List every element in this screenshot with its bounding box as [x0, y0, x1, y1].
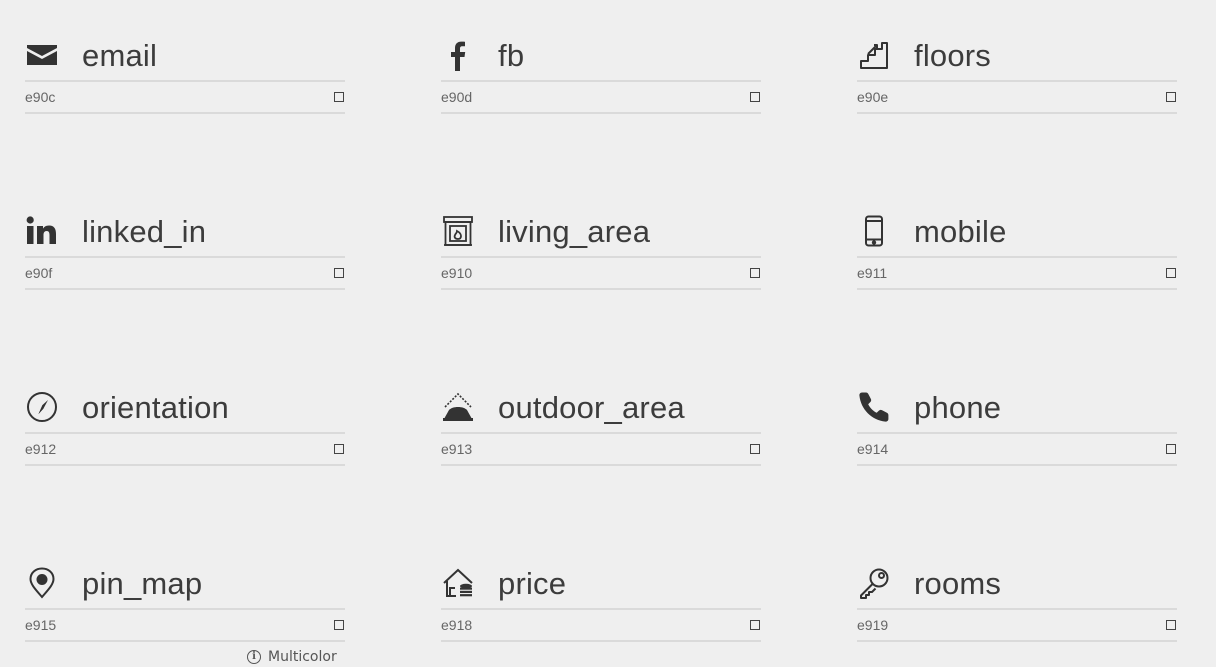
icon-meta: e910 [441, 258, 761, 290]
icon-meta: e912 [25, 434, 345, 466]
icon-card-header: living_area [441, 206, 761, 258]
copy-checkbox[interactable] [1166, 92, 1176, 102]
icon-card-rooms: rooms e919 [857, 558, 1177, 642]
copy-checkbox[interactable] [750, 268, 760, 278]
icon-meta: e90e [857, 82, 1177, 114]
copy-checkbox[interactable] [334, 92, 344, 102]
fb-icon [441, 38, 475, 72]
icon-name: phone [914, 389, 1002, 425]
copy-checkbox[interactable] [334, 268, 344, 278]
icon-name: mobile [914, 213, 1007, 249]
icon-card-header: email [25, 30, 345, 82]
pin-map-icon [25, 566, 59, 600]
email-icon [25, 38, 59, 72]
icon-code: e911 [857, 265, 888, 281]
icon-meta: e90f [25, 258, 345, 290]
icon-meta: e90d [441, 82, 761, 114]
icon-code: e912 [25, 441, 57, 457]
icon-meta: e90c [25, 82, 345, 114]
icon-card-header: fb [441, 30, 761, 82]
icon-card-header: floors [857, 30, 1177, 82]
icon-card-mobile: mobile e911 [857, 206, 1177, 290]
copy-checkbox[interactable] [1166, 268, 1176, 278]
icon-code: e90e [857, 89, 889, 105]
floors-icon [857, 38, 891, 72]
orientation-icon [25, 390, 59, 424]
icon-name: outdoor_area [498, 389, 685, 425]
icon-name: rooms [914, 565, 1002, 601]
icon-meta: e915 [25, 610, 345, 642]
icon-card-header: pin_map [25, 558, 345, 610]
icon-meta: e919 [857, 610, 1177, 642]
icon-card-header: mobile [857, 206, 1177, 258]
icon-card-living-area: living_area e910 [441, 206, 761, 290]
icon-card-header: linked_in [25, 206, 345, 258]
icon-card-orientation: orientation e912 [25, 382, 345, 466]
phone-icon [857, 390, 891, 424]
icon-card-pin-map: pin_map e915 [25, 558, 345, 642]
outdoor-area-icon [441, 390, 475, 424]
icon-code: e914 [857, 441, 889, 457]
icon-code: e910 [441, 265, 473, 281]
icon-code: e913 [441, 441, 473, 457]
icon-meta: e918 [441, 610, 761, 642]
icon-code: e918 [441, 617, 473, 633]
icon-card-outdoor-area: outdoor_area e913 [441, 382, 761, 466]
rooms-icon [857, 566, 891, 600]
icon-name: fb [498, 37, 525, 73]
price-icon [441, 566, 475, 600]
icon-name: floors [914, 37, 992, 73]
icon-code: e90c [25, 89, 56, 105]
icon-card-header: phone [857, 382, 1177, 434]
icon-card-linked-in: linked_in e90f [25, 206, 345, 290]
icon-name: living_area [498, 213, 651, 249]
icon-name: orientation [82, 389, 229, 425]
copy-checkbox[interactable] [334, 620, 344, 630]
icon-card-header: rooms [857, 558, 1177, 610]
icon-card-price: price e918 [441, 558, 761, 642]
icon-card-fb: fb e90d [441, 30, 761, 114]
icon-grid: email e90c fb e90d floors e90e linked_in… [0, 0, 1216, 667]
icon-meta: e914 [857, 434, 1177, 466]
icon-meta: e913 [441, 434, 761, 466]
copy-checkbox[interactable] [750, 92, 760, 102]
copy-checkbox[interactable] [1166, 444, 1176, 454]
icon-card-floors: floors e90e [857, 30, 1177, 114]
icon-card-email: email e90c [25, 30, 345, 114]
icon-code: e919 [857, 617, 889, 633]
icon-code: e915 [25, 617, 57, 633]
linked-in-icon [25, 214, 59, 248]
copy-checkbox[interactable] [750, 620, 760, 630]
icon-code: e90f [25, 265, 53, 281]
icon-name: price [498, 565, 567, 601]
icon-name: pin_map [82, 565, 203, 601]
icon-card-header: outdoor_area [441, 382, 761, 434]
icon-name: linked_in [82, 213, 207, 249]
living-area-icon [441, 214, 475, 248]
copy-checkbox[interactable] [750, 444, 760, 454]
icon-card-header: orientation [25, 382, 345, 434]
icon-card-phone: phone e914 [857, 382, 1177, 466]
icon-code: e90d [441, 89, 473, 105]
multicolor-label: Multicolor [268, 649, 337, 665]
mobile-icon [857, 214, 891, 248]
icon-name: email [82, 37, 158, 73]
copy-checkbox[interactable] [1166, 620, 1176, 630]
icon-meta: e911 [857, 258, 1177, 290]
info-icon: i [247, 650, 261, 664]
copy-checkbox[interactable] [334, 444, 344, 454]
icon-card-header: price [441, 558, 761, 610]
multicolor-badge: i Multicolor [247, 649, 337, 665]
